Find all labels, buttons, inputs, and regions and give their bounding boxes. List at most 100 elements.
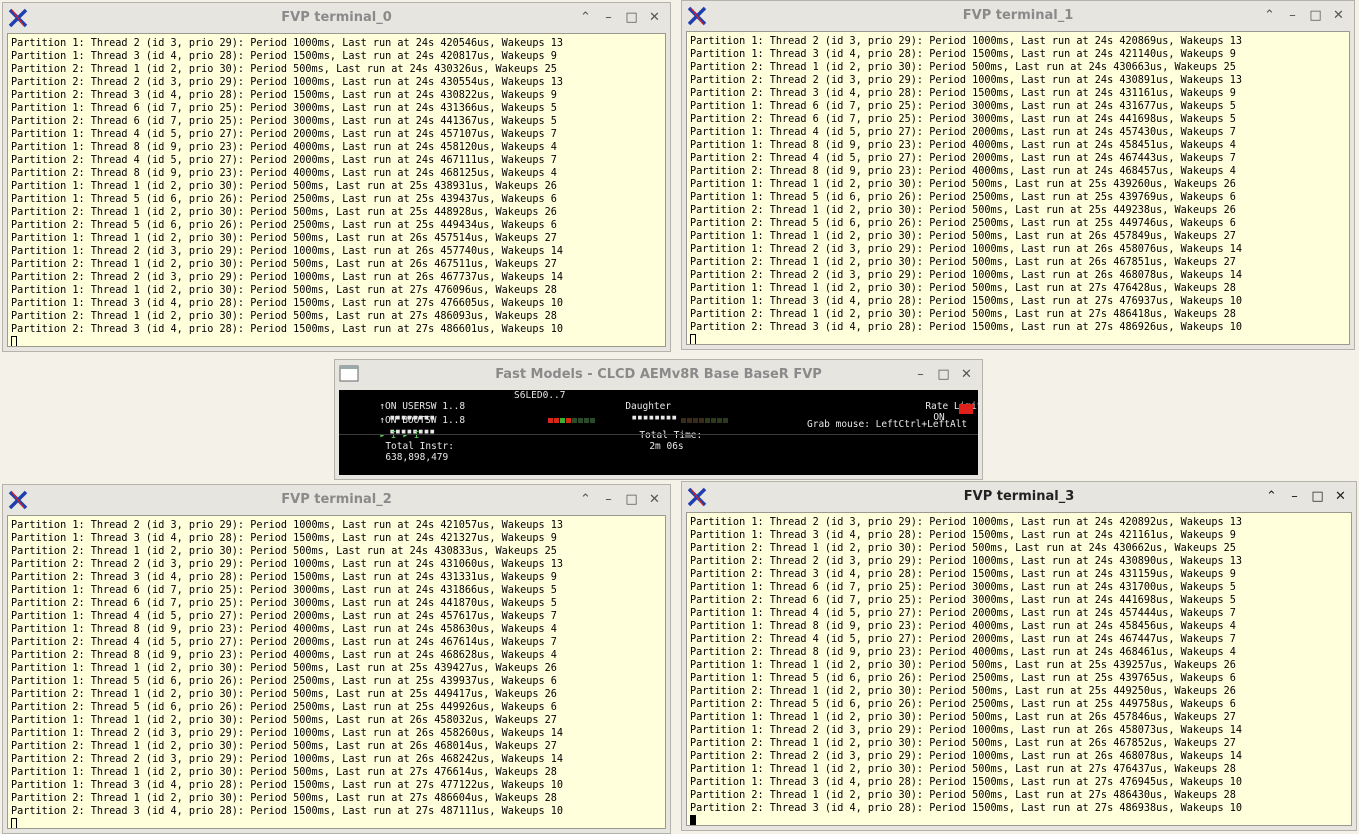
panel-divider	[339, 434, 978, 435]
s6led-label: S6LED0..7	[514, 390, 566, 401]
terminal-line: Partition 2: Thread 2 (id 3, prio 29): P…	[690, 270, 1243, 281]
maximize-button[interactable]: □	[622, 8, 641, 27]
title-bar[interactable]: FVP terminal_2 ⌃ – □ ✕	[3, 485, 670, 515]
terminal-line: Partition 1: Thread 6 (id 7, prio 25): P…	[690, 101, 1236, 112]
terminal-line: Partition 1: Thread 1 (id 2, prio 30): P…	[690, 764, 1236, 775]
terminal-line: Partition 1: Thread 2 (id 3, prio 29): P…	[11, 520, 564, 531]
terminal-line: Partition 2: Thread 1 (id 2, prio 30): P…	[11, 259, 557, 270]
terminal-line: Partition 2: Thread 3 (id 4, prio 28): P…	[11, 324, 564, 335]
shade-button[interactable]: ⌃	[576, 8, 595, 27]
terminal-line: Partition 1: Thread 1 (id 2, prio 30): P…	[690, 660, 1236, 671]
maximize-button[interactable]: □	[622, 490, 641, 509]
terminal-line: Partition 2: Thread 1 (id 2, prio 30): P…	[11, 311, 557, 322]
terminal-output[interactable]: Partition 1: Thread 2 (id 3, prio 29): P…	[7, 33, 666, 347]
rate-limit-toggle[interactable]	[959, 404, 973, 414]
minimize-button[interactable]: –	[599, 8, 618, 27]
terminal-line: Partition 2: Thread 8 (id 9, prio 23): P…	[11, 168, 557, 179]
title-bar[interactable]: Fast Models - CLCD AEMv8R Base BaseR FVP…	[335, 360, 982, 390]
fast-models-window[interactable]: Fast Models - CLCD AEMv8R Base BaseR FVP…	[334, 359, 983, 480]
terminal-line: Partition 2: Thread 2 (id 3, prio 29): P…	[690, 556, 1243, 567]
close-button[interactable]: ✕	[645, 490, 664, 509]
terminal-line: Partition 2: Thread 3 (id 4, prio 28): P…	[690, 88, 1236, 99]
terminal-line: Partition 2: Thread 4 (id 5, prio 27): P…	[690, 634, 1236, 645]
terminal-line: Partition 2: Thread 1 (id 2, prio 30): P…	[11, 64, 557, 75]
terminal-line: Partition 1: Thread 2 (id 3, prio 29): P…	[690, 244, 1243, 255]
terminal-line: Partition 2: Thread 3 (id 4, prio 28): P…	[690, 803, 1243, 814]
terminal-line: Partition 2: Thread 3 (id 4, prio 28): P…	[11, 90, 557, 101]
terminal-line: Partition 2: Thread 1 (id 2, prio 30): P…	[690, 738, 1236, 749]
terminal-line: Partition 2: Thread 1 (id 2, prio 30): P…	[690, 790, 1236, 801]
terminal-line: Partition 2: Thread 1 (id 2, prio 30): P…	[690, 62, 1236, 73]
terminal-line: Partition 2: Thread 3 (id 4, prio 28): P…	[11, 806, 564, 817]
close-button[interactable]: ✕	[957, 365, 976, 384]
minimize-button[interactable]: –	[599, 490, 618, 509]
terminal-line: Partition 2: Thread 2 (id 3, prio 29): P…	[11, 754, 564, 765]
terminal-line: Partition 1: Thread 2 (id 3, prio 29): P…	[11, 246, 564, 257]
window-title: FVP terminal_0	[281, 10, 392, 25]
fvp-terminal-2-window[interactable]: FVP terminal_2 ⌃ – □ ✕ Partition 1: Thre…	[2, 484, 671, 834]
terminal-line: Partition 2: Thread 3 (id 4, prio 28): P…	[690, 569, 1236, 580]
terminal-line: Partition 1: Thread 2 (id 3, prio 29): P…	[11, 728, 564, 739]
terminal-line: Partition 1: Thread 8 (id 9, prio 23): P…	[690, 140, 1236, 151]
terminal-line: Partition 1: Thread 1 (id 2, prio 30): P…	[690, 283, 1236, 294]
minimize-button[interactable]: –	[1285, 487, 1304, 506]
terminal-line: Partition 1: Thread 1 (id 2, prio 30): P…	[11, 233, 557, 244]
terminal-line: Partition 2: Thread 4 (id 5, prio 27): P…	[690, 153, 1236, 164]
terminal-line: Partition 1: Thread 3 (id 4, prio 28): P…	[690, 49, 1236, 60]
terminal-line: Partition 1: Thread 3 (id 4, prio 28): P…	[11, 51, 557, 62]
terminal-line: Partition 1: Thread 3 (id 4, prio 28): P…	[11, 780, 564, 791]
terminal-line: Partition 2: Thread 3 (id 4, prio 28): P…	[11, 572, 557, 583]
title-bar[interactable]: FVP terminal_1 ⌃ – □ ✕	[682, 1, 1354, 31]
terminal-line: Partition 1: Thread 3 (id 4, prio 28): P…	[690, 530, 1236, 541]
window-title: FVP terminal_2	[281, 492, 392, 507]
terminal-line: Partition 1: Thread 2 (id 3, prio 29): P…	[690, 517, 1243, 528]
fvp-terminal-1-window[interactable]: FVP terminal_1 ⌃ – □ ✕ Partition 1: Thre…	[681, 0, 1355, 350]
minimize-button[interactable]: –	[1283, 6, 1302, 25]
terminal-line: Partition 2: Thread 6 (id 7, prio 25): P…	[690, 595, 1236, 606]
title-bar[interactable]: FVP terminal_0 ⌃ – □ ✕	[3, 3, 670, 33]
terminal-line: Partition 1: Thread 1 (id 2, prio 30): P…	[11, 715, 557, 726]
terminal-line: Partition 1: Thread 8 (id 9, prio 23): P…	[11, 624, 557, 635]
minimize-button[interactable]: –	[911, 365, 930, 384]
run-controls[interactable]: ▸ I ▸ I	[379, 430, 419, 441]
maximize-button[interactable]: □	[934, 365, 953, 384]
shade-button[interactable]: ⌃	[576, 490, 595, 509]
terminal-line: Partition 1: Thread 1 (id 2, prio 30): P…	[690, 712, 1236, 723]
terminal-line: Partition 1: Thread 6 (id 7, prio 25): P…	[690, 582, 1236, 593]
total-time-value: 2m 06s	[649, 441, 684, 452]
terminal-line: Partition 2: Thread 5 (id 6, prio 26): P…	[690, 218, 1236, 229]
grab-mouse-hint: Grab mouse: LeftCtrl+LeftAlt	[807, 419, 968, 430]
terminal-line: Partition 1: Thread 4 (id 5, prio 27): P…	[690, 608, 1236, 619]
terminal-line: Partition 2: Thread 4 (id 5, prio 27): P…	[11, 155, 557, 166]
shade-button[interactable]: ⌃	[1260, 6, 1279, 25]
close-button[interactable]: ✕	[645, 8, 664, 27]
total-instr-value: 638,898,479	[385, 452, 449, 463]
shade-button[interactable]: ⌃	[1262, 487, 1281, 506]
terminal-output[interactable]: Partition 1: Thread 2 (id 3, prio 29): P…	[686, 31, 1350, 345]
terminal-output[interactable]: Partition 1: Thread 2 (id 3, prio 29): P…	[7, 515, 666, 829]
terminal-line: Partition 1: Thread 5 (id 6, prio 26): P…	[690, 192, 1236, 203]
terminal-line: Partition 2: Thread 1 (id 2, prio 30): P…	[690, 543, 1236, 554]
terminal-line: Partition 1: Thread 5 (id 6, prio 26): P…	[11, 676, 557, 687]
terminal-line: Partition 2: Thread 1 (id 2, prio 30): P…	[11, 207, 557, 218]
terminal-cursor	[690, 815, 696, 825]
maximize-button[interactable]: □	[1308, 487, 1327, 506]
terminal-line: Partition 2: Thread 6 (id 7, prio 25): P…	[690, 114, 1236, 125]
terminal-line: Partition 2: Thread 2 (id 3, prio 29): P…	[11, 272, 564, 283]
close-button[interactable]: ✕	[1331, 487, 1350, 506]
window-title: FVP terminal_1	[962, 8, 1074, 23]
close-button[interactable]: ✕	[1329, 6, 1348, 25]
maximize-button[interactable]: □	[1306, 6, 1325, 25]
terminal-line: Partition 2: Thread 5 (id 6, prio 26): P…	[11, 220, 557, 231]
total-instr-label: Total Instr:	[385, 441, 454, 452]
terminal-cursor	[11, 818, 17, 828]
terminal-line: Partition 2: Thread 1 (id 2, prio 30): P…	[11, 689, 557, 700]
fvp-terminal-0-window[interactable]: FVP terminal_0 ⌃ – □ ✕ Partition 1: Thre…	[2, 2, 671, 352]
terminal-line: Partition 1: Thread 3 (id 4, prio 28): P…	[11, 533, 557, 544]
terminal-line: Partition 2: Thread 8 (id 9, prio 23): P…	[690, 647, 1236, 658]
terminal-line: Partition 2: Thread 1 (id 2, prio 30): P…	[690, 686, 1236, 697]
terminal-line: Partition 1: Thread 4 (id 5, prio 27): P…	[11, 129, 557, 140]
terminal-output[interactable]: Partition 1: Thread 2 (id 3, prio 29): P…	[686, 512, 1352, 826]
fvp-terminal-3-window[interactable]: FVP terminal_3 ⌃ – □ ✕ Partition 1: Thre…	[681, 481, 1357, 831]
title-bar[interactable]: FVP terminal_3 ⌃ – □ ✕	[682, 482, 1356, 512]
